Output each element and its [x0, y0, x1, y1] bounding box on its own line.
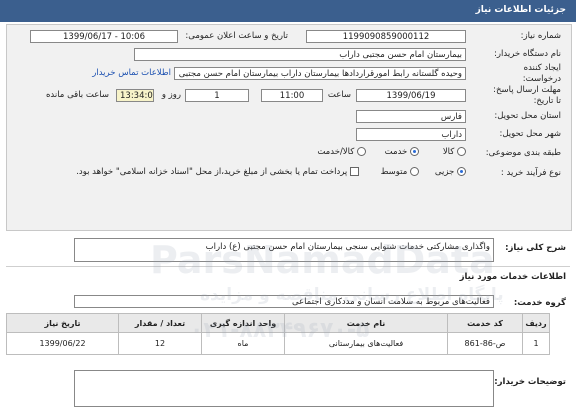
deadline-label: مهلت ارسال پاسخ: تا تاریخ: [493, 85, 561, 106]
cell-row-number: 1 [522, 332, 550, 355]
buyer-field: بیمارستان امام حسن مجتبی داراب [134, 48, 466, 61]
creator-label: ایجاد کننده درخواست: [522, 63, 561, 84]
province-label: استان محل تحویل: [494, 111, 561, 121]
buyer-notes-field [74, 370, 494, 407]
radio-selected-icon[interactable] [410, 147, 419, 156]
announce-date-label: تاریخ و ساعت اعلان عمومی: [185, 31, 288, 41]
radio-icon[interactable] [410, 167, 419, 176]
treasury-payment-option[interactable]: پرداخت تمام یا بخشی از مبلغ خرید،از محل … [76, 167, 359, 177]
creator-field: وحیده گلستانه رابط امورقراردادها بیمارست… [174, 67, 466, 80]
buyer-contact-link[interactable]: اطلاعات تماس خریدار [92, 68, 171, 78]
table-header-row: ردیف کد خدمت نام خدمت واحد اندازه گیری ت… [6, 313, 550, 333]
remaining-label: ساعت باقی مانده [45, 90, 109, 100]
buyer-notes-label: توضیحات خریدار: [494, 377, 566, 387]
province-field: فارس [356, 110, 466, 123]
column-header-quantity: تعداد / مقدار [118, 313, 202, 333]
cell-quantity: 12 [118, 332, 202, 355]
category-label: طبقه بندی موضوعی: [485, 148, 561, 158]
category-option-goods[interactable]: کالا [443, 147, 466, 157]
description-field: واگذاری مشارکتی خدمات شنوایی سنجی بیمارس… [74, 238, 494, 262]
announce-date-field: 1399/06/17 - 10:06 [30, 30, 178, 43]
description-label: شرح کلی نیاز: [505, 243, 566, 253]
need-details-panel: شماره نیاز: 1199090859000112 تاریخ و ساع… [6, 24, 572, 231]
city-label: شهر محل تحویل: [499, 129, 561, 139]
buyer-label: نام دستگاه خریدار: [494, 49, 561, 59]
category-option-goods-service[interactable]: کالا/خدمت [317, 147, 366, 157]
service-group-field: فعالیت‌های مربوط به سلامت انسان و مددکار… [74, 295, 494, 308]
process-option-minor[interactable]: جزیی [435, 167, 466, 177]
process-option-medium[interactable]: متوسط [381, 167, 419, 177]
radio-selected-icon[interactable] [457, 167, 466, 176]
city-field: داراب [356, 128, 466, 141]
column-header-service-name: نام خدمت [284, 313, 448, 333]
deadline-time-label: ساعت [327, 90, 351, 100]
need-number-field: 1199090859000112 [306, 30, 466, 43]
category-option-service[interactable]: خدمت [385, 147, 419, 157]
need-number-label: شماره نیاز: [520, 31, 561, 41]
page-header: جزئیات اطلاعات نیاز [0, 0, 576, 22]
divider [6, 266, 570, 267]
days-label: روز و [161, 90, 181, 100]
deadline-date-field: 1399/06/19 [356, 89, 466, 102]
services-section-title: اطلاعات خدمات مورد نیاز [459, 272, 566, 282]
cell-service-name: فعالیت‌های بیمارستانی [284, 332, 448, 355]
column-header-unit: واحد اندازه گیری [201, 313, 285, 333]
cell-service-code: ص-86-861 [447, 332, 523, 355]
column-header-need-date: تاریخ نیاز [6, 313, 119, 333]
cell-need-date: 1399/06/22 [6, 332, 119, 355]
checkbox-icon[interactable] [350, 167, 359, 176]
table-row: 1 ص-86-861 فعالیت‌های بیمارستانی ماه 12 … [6, 332, 550, 355]
service-group-label: گروه خدمت: [513, 298, 566, 308]
remaining-days-field: 1 [185, 89, 249, 102]
cell-unit: ماه [201, 332, 285, 355]
radio-icon[interactable] [457, 147, 466, 156]
services-table: ردیف کد خدمت نام خدمت واحد اندازه گیری ت… [6, 313, 550, 355]
remaining-time-field: 13:34:01 [116, 89, 154, 102]
column-header-row-number: ردیف [522, 313, 550, 333]
page-title: جزئیات اطلاعات نیاز [475, 5, 566, 15]
process-label: نوع فرآیند خرید : [500, 168, 561, 178]
column-header-service-code: کد خدمت [447, 313, 523, 333]
radio-icon[interactable] [357, 147, 366, 156]
deadline-time-field: 11:00 [261, 89, 323, 102]
